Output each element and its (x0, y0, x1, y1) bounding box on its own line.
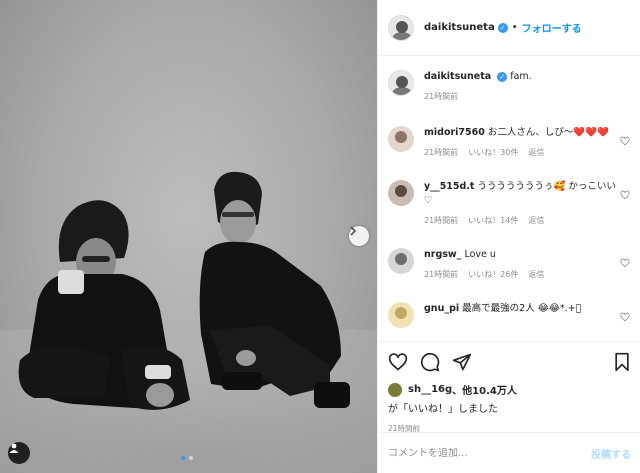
comment-time[interactable]: 21時間前 (424, 214, 458, 228)
user-tag-icon (9, 443, 19, 453)
verified-icon: ✓ (497, 71, 508, 82)
comment-icon[interactable] (420, 352, 440, 372)
post-comment-button[interactable]: 投稿する (591, 446, 631, 461)
comment-text: 最高で最強の2人 😂😂*.+゚ (462, 303, 582, 314)
caption-text: fam. (510, 71, 532, 82)
comment-reply-button[interactable]: 返信 (528, 214, 544, 228)
share-icon[interactable] (452, 352, 472, 372)
comments-list[interactable]: daikitsuneta ✓ fam. 21時間前 midori7560 お二人… (378, 56, 640, 341)
post-actions: sh__16g 、他10.4万人 が「いいね！」しました 21時間前 (378, 341, 640, 434)
heart-icon[interactable] (620, 258, 630, 268)
heart-icon[interactable] (620, 190, 630, 200)
comment-username[interactable]: nrgsw_ (424, 249, 461, 260)
post-side-panel: daikitsuneta ✓ • フォローする daikitsuneta ✓ f… (377, 0, 640, 473)
commenter-avatar[interactable] (388, 248, 414, 274)
comment-item: gnu_pi 最高で最強の2人 😂😂*.+゚ (388, 302, 630, 328)
commenter-avatar[interactable] (388, 180, 414, 206)
add-comment-bar: 投稿する (378, 432, 640, 473)
comment-text: Love u (464, 249, 496, 260)
user-tag-button[interactable] (8, 442, 30, 464)
person-left (18, 200, 190, 410)
comment-username[interactable]: midori7560 (424, 127, 485, 138)
caption-meta: 21時間前 (424, 90, 624, 104)
heart-icon[interactable] (388, 352, 408, 372)
post-header: daikitsuneta ✓ • フォローする (378, 0, 640, 56)
post-photo[interactable] (0, 0, 377, 473)
liked-by-username[interactable]: sh__16g (408, 384, 452, 395)
comment-username[interactable]: y__515d.t (424, 181, 474, 192)
comment-item: y__515d.t うううううううぅ🥰 かっこいい♡ 21時間前 いいね！14件… (388, 180, 630, 228)
author-username[interactable]: daikitsuneta (424, 22, 495, 33)
carousel-dots (181, 456, 193, 460)
comment-username[interactable]: gnu_pi (424, 303, 459, 314)
comment-body: midori7560 お二人さん、しび〜❤️❤️❤️ 21時間前 いいね！30件… (424, 126, 624, 160)
caption-row: daikitsuneta ✓ fam. 21時間前 (388, 70, 630, 104)
likes-suffix: が「いいね！」しました (388, 404, 498, 415)
likes-count[interactable]: 、他10.4万人 (452, 382, 517, 397)
author-avatar[interactable] (388, 14, 414, 41)
person-right (199, 171, 350, 408)
comment-like-count[interactable]: いいね！30件 (468, 146, 518, 160)
caption-time[interactable]: 21時間前 (424, 90, 458, 104)
comment-item: nrgsw_ Love u 21時間前 いいね！26件 返信 (388, 248, 630, 282)
comment-body: nrgsw_ Love u 21時間前 いいね！26件 返信 (424, 248, 624, 282)
action-icons (388, 350, 631, 374)
comment-time[interactable]: 21時間前 (424, 268, 458, 282)
comment-text: お二人さん、しび〜❤️❤️❤️ (487, 127, 609, 138)
comment-body: y__515d.t うううううううぅ🥰 かっこいい♡ 21時間前 いいね！14件… (424, 180, 624, 228)
commenter-avatar[interactable] (388, 302, 414, 328)
comment-meta: 21時間前 いいね！14件 返信 (424, 214, 624, 228)
instagram-post: daikitsuneta ✓ • フォローする daikitsuneta ✓ f… (0, 0, 640, 473)
caption-avatar[interactable] (388, 70, 414, 96)
carousel-next-button[interactable] (349, 226, 369, 246)
comment-reply-button[interactable]: 返信 (528, 146, 544, 160)
heart-icon[interactable] (620, 312, 630, 322)
follow-button[interactable]: フォローする (522, 20, 582, 35)
comment-body: gnu_pi 最高で最強の2人 😂😂*.+゚ (424, 302, 624, 328)
comment-time[interactable]: 21時間前 (424, 146, 458, 160)
likes-summary: sh__16g 、他10.4万人 (388, 382, 631, 397)
comment-meta: 21時間前 いいね！30件 返信 (424, 146, 624, 160)
comment-like-count[interactable]: いいね！14件 (468, 214, 518, 228)
bookmark-icon[interactable] (613, 352, 631, 372)
comment-input[interactable] (388, 447, 591, 459)
photo-illustration (0, 171, 377, 473)
carousel-dot-2 (189, 456, 193, 460)
caption-body: daikitsuneta ✓ fam. 21時間前 (424, 70, 624, 104)
commenter-avatar[interactable] (388, 126, 414, 152)
caption-username[interactable]: daikitsuneta (424, 71, 491, 82)
liker-avatar[interactable] (388, 382, 402, 397)
heart-icon[interactable] (620, 136, 630, 146)
carousel-dot-1 (181, 456, 185, 460)
comment-item: midori7560 お二人さん、しび〜❤️❤️❤️ 21時間前 いいね！30件… (388, 126, 630, 160)
header-separator: • (511, 22, 518, 33)
comment-reply-button[interactable]: 返信 (528, 268, 544, 282)
comment-meta: 21時間前 いいね！26件 返信 (424, 268, 624, 282)
comment-like-count[interactable]: いいね！26件 (468, 268, 518, 282)
verified-icon: ✓ (497, 22, 508, 33)
chevron-right-icon (350, 226, 357, 236)
